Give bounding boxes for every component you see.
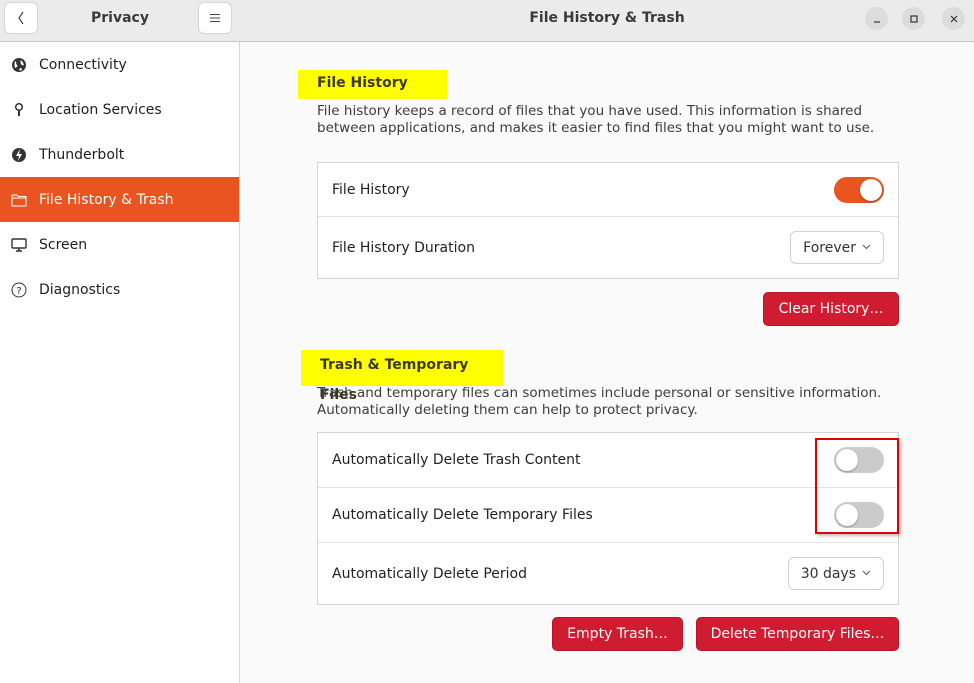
chevron-down-icon [862, 243, 871, 253]
file-history-duration-dropdown[interactable]: Forever [790, 231, 884, 264]
page-title: File History & Trash [529, 10, 685, 26]
auto-delete-temp-label: Automatically Delete Temporary Files [332, 507, 593, 523]
maximize-button[interactable] [902, 7, 925, 30]
file-history-duration-label: File History Duration [332, 239, 475, 256]
auto-delete-trash-label: Automatically Delete Trash Content [332, 452, 581, 468]
empty-trash-button[interactable]: Empty Trash… [552, 617, 683, 651]
file-history-row: File History [318, 163, 898, 217]
sidebar-item-screen[interactable]: Screen [0, 222, 239, 267]
file-history-description: File history keeps a record of files tha… [317, 103, 874, 137]
sidebar-item-label: Diagnostics [39, 281, 121, 298]
sidebar-item-diagnostics[interactable]: ? Diagnostics [0, 267, 239, 312]
auto-delete-trash-row: Automatically Delete Trash Content [318, 433, 898, 488]
sidebar-list: Connectivity Location Services Thunderbo… [0, 42, 239, 312]
sidebar-item-connectivity[interactable]: Connectivity [0, 42, 239, 87]
description-line: File history keeps a record of files tha… [317, 103, 863, 119]
sidebar-item-label: Connectivity [39, 56, 127, 73]
sidebar-item-label: Thunderbolt [39, 146, 125, 163]
globe-icon [10, 56, 28, 74]
description-line: Automatically deleting them can help to … [317, 402, 698, 418]
hamburger-menu-icon [210, 13, 220, 23]
delete-temporary-files-button[interactable]: Delete Temporary Files… [696, 617, 899, 651]
sidebar-item-thunderbolt[interactable]: Thunderbolt [0, 132, 239, 177]
sidebar-header: Privacy [0, 0, 240, 42]
sidebar-item-label: Screen [39, 236, 88, 253]
folder-icon [10, 191, 28, 209]
annotation-highlight-box [815, 438, 899, 534]
monitor-icon [10, 236, 28, 254]
trash-card: Automatically Delete Trash Content Autom… [317, 432, 899, 605]
menu-button[interactable] [198, 2, 232, 34]
sidebar-item-label: File History & Trash [39, 191, 174, 208]
auto-delete-period-label: Automatically Delete Period [332, 565, 527, 582]
help-circle-icon: ? [10, 281, 28, 299]
trash-section-title: Trash & Temporary Files [301, 350, 503, 403]
settings-window: Privacy Connectivity Location Services T… [0, 0, 974, 683]
sidebar-item-label: Location Services [39, 101, 162, 118]
auto-delete-period-row: Automatically Delete Period 30 days [318, 543, 898, 604]
auto-delete-temp-row: Automatically Delete Temporary Files [318, 488, 898, 543]
dropdown-value: Forever [803, 239, 856, 256]
location-pin-icon [10, 101, 28, 119]
switch-knob [860, 178, 882, 201]
file-history-switch[interactable] [834, 176, 884, 203]
close-icon [950, 15, 957, 22]
sidebar-item-file-history-trash[interactable]: File History & Trash [0, 177, 239, 222]
clear-history-button[interactable]: Clear History… [763, 292, 899, 326]
description-line: between applications, and makes it easie… [317, 120, 875, 136]
maximize-icon [909, 14, 918, 23]
minimize-button[interactable] [865, 7, 888, 30]
description-line: Trash and temporary files can sometimes … [317, 385, 882, 401]
svg-text:?: ? [16, 286, 21, 297]
auto-delete-period-dropdown[interactable]: 30 days [787, 557, 884, 590]
dropdown-value: 30 days [800, 565, 856, 582]
file-history-duration-row: File History Duration Forever [318, 217, 898, 278]
chevron-down-icon [862, 569, 871, 579]
file-history-card: File History File History Duration Forev… [317, 162, 899, 279]
close-button[interactable] [942, 7, 965, 30]
main-header: File History & Trash [240, 0, 974, 42]
file-history-section-title: File History [298, 70, 447, 99]
sidebar-item-location-services[interactable]: Location Services [0, 87, 239, 132]
trash-description: Trash and temporary files can sometimes … [317, 385, 881, 419]
file-history-label: File History [332, 181, 410, 198]
thunderbolt-icon [10, 146, 28, 164]
content-area: File History File history keeps a record… [240, 42, 974, 683]
sidebar: Privacy Connectivity Location Services T… [0, 0, 240, 683]
minimize-icon [873, 20, 880, 23]
